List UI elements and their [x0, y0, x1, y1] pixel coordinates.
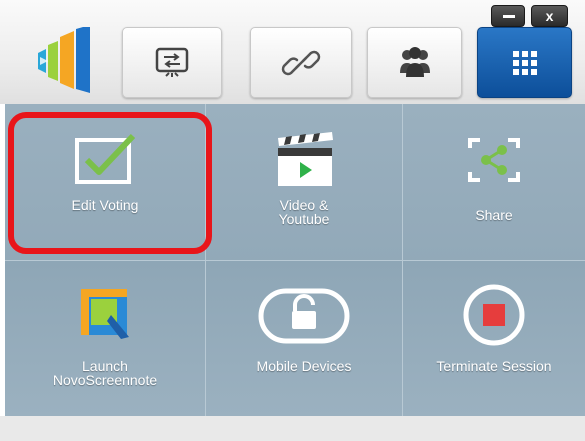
toolbar: x — [0, 0, 585, 104]
app-logo-icon — [34, 25, 92, 93]
stop-icon — [463, 284, 525, 346]
minimize-button[interactable] — [491, 5, 525, 27]
tile-label: Launch NovoScreennote — [52, 358, 158, 388]
tile-label: Share — [475, 207, 513, 223]
tile-label: Video & Youtube — [278, 197, 330, 227]
screen-share-button[interactable] — [122, 27, 222, 98]
screennote-icon — [81, 289, 129, 339]
screen-share-icon — [155, 47, 189, 77]
tile-label: Terminate Session — [436, 358, 552, 374]
people-icon — [399, 46, 430, 77]
share-tile[interactable]: Share — [403, 104, 585, 260]
close-button[interactable]: x — [531, 5, 568, 27]
people-button[interactable] — [367, 27, 462, 98]
launch-novoscreennote-tile[interactable]: Launch NovoScreennote — [5, 261, 205, 416]
mobile-devices-tile[interactable]: Mobile Devices — [206, 261, 402, 416]
selection-highlight — [8, 112, 212, 254]
app-window: x Edit Voting Video & Youtube Share Laun… — [0, 0, 585, 441]
share-icon — [468, 138, 520, 182]
video-youtube-tile[interactable]: Video & Youtube — [206, 104, 402, 260]
grid-menu-icon — [512, 50, 537, 75]
link-button[interactable] — [250, 27, 352, 98]
clapperboard-icon — [278, 132, 333, 186]
link-icon — [281, 50, 321, 75]
terminate-session-tile[interactable]: Terminate Session — [403, 261, 585, 416]
status-bar — [0, 416, 585, 441]
tile-label: Mobile Devices — [256, 358, 352, 374]
lock-icon — [258, 288, 350, 344]
apps-grid-button[interactable] — [477, 27, 572, 98]
